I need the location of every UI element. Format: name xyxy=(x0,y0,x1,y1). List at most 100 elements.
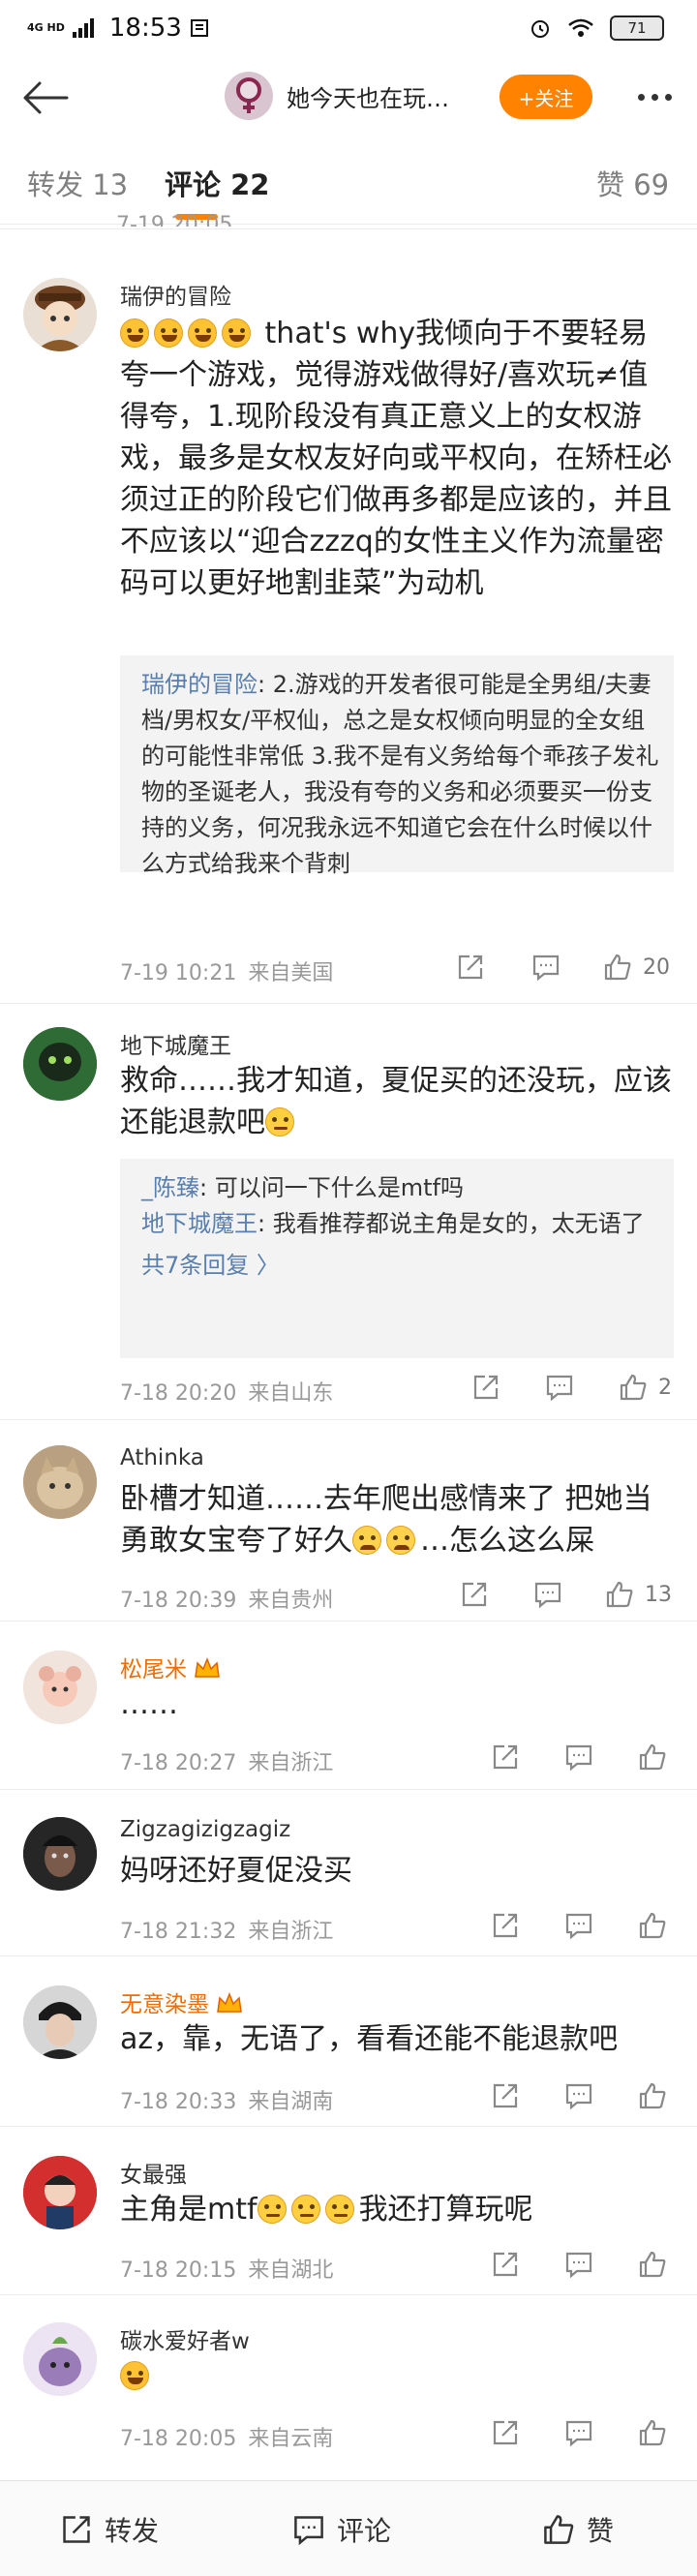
comment-time: 7-19 10:21 xyxy=(120,961,237,985)
reply-button[interactable] xyxy=(561,2247,596,2282)
reply-username[interactable]: 瑞伊的冒险 xyxy=(141,671,258,698)
like-button[interactable] xyxy=(600,950,635,985)
comment-meta: 7-18 20:15 来自湖北 xyxy=(120,2253,333,2284)
signal-icon xyxy=(72,18,94,38)
view-more-replies-link[interactable]: 共7条回复 〉 xyxy=(141,1248,660,1284)
comment-username[interactable]: Zigzagizigzagiz xyxy=(120,1817,290,1842)
nav-author[interactable]: 她今天也在玩… xyxy=(225,72,449,120)
comment-location: 来自美国 xyxy=(248,961,334,985)
reply-text: : 可以问一下什么是mtf吗 xyxy=(199,1174,464,1201)
female-symbol-icon xyxy=(236,77,261,113)
share-icon xyxy=(493,1744,518,1770)
reply-button[interactable] xyxy=(530,1577,565,1612)
repost-button[interactable] xyxy=(488,2078,523,2113)
author-avatar[interactable] xyxy=(225,72,273,120)
comment-time: 7-18 21:32 xyxy=(120,1920,237,1944)
thumbs-up-icon xyxy=(639,1743,666,1771)
avatar[interactable] xyxy=(23,2322,97,2396)
vip-crown-icon xyxy=(217,1991,242,2013)
comment-username[interactable]: 瑞伊的冒险 xyxy=(120,278,231,311)
tab-likes[interactable]: 赞 69 xyxy=(596,163,669,203)
avatar[interactable] xyxy=(23,2156,97,2229)
comment-username[interactable]: 无意染墨 xyxy=(120,1985,244,2018)
back-button[interactable] xyxy=(17,70,74,126)
bottom-comment-button[interactable]: 评论 xyxy=(292,2481,391,2576)
repost-button[interactable] xyxy=(488,2415,523,2450)
comment-item: 地下城魔王 救命……我才知道，夏促买的还没玩，应该还能退款吧 _陈臻: 可以问一… xyxy=(0,1003,697,1419)
comment-username[interactable]: 女最强 xyxy=(120,2156,187,2189)
repost-button[interactable] xyxy=(488,2247,523,2282)
like-button[interactable] xyxy=(635,2078,670,2113)
reply-button[interactable] xyxy=(561,2415,596,2450)
sweat-smile-emoji-icon xyxy=(290,2195,320,2224)
tab-comments[interactable]: 评论 22 xyxy=(165,163,269,203)
avatar[interactable] xyxy=(23,1985,97,2059)
like-button[interactable] xyxy=(602,1577,637,1612)
reply-button[interactable] xyxy=(561,2078,596,2113)
thumbs-up-icon xyxy=(606,1581,633,1608)
like-button[interactable] xyxy=(635,1740,670,1774)
reply-username[interactable]: 地下城魔王 xyxy=(141,1210,258,1237)
nav-title: 她今天也在玩… xyxy=(287,84,449,112)
tab-repost[interactable]: 转发 13 xyxy=(27,163,128,203)
wifi-icon xyxy=(568,18,593,37)
reply-text: : 2.游戏的开发者很可能是全男组/夫妻档/男权女/平权仙，总之是女权倾向明显的… xyxy=(141,671,659,877)
repost-button[interactable] xyxy=(453,950,488,985)
comment-location: 来自浙江 xyxy=(248,1751,334,1775)
reply-button[interactable] xyxy=(561,1740,596,1774)
notification-icon xyxy=(190,19,208,37)
like-button[interactable] xyxy=(616,1370,651,1405)
thumbs-up-icon xyxy=(604,954,631,981)
repost-button[interactable] xyxy=(457,1577,492,1612)
like-button[interactable] xyxy=(635,2247,670,2282)
reply-username[interactable]: _陈臻 xyxy=(141,1174,199,1201)
bottom-repost-button[interactable]: 转发 xyxy=(60,2481,159,2576)
comment-icon xyxy=(565,1913,592,1940)
avatar[interactable] xyxy=(23,1445,97,1519)
comment-username[interactable]: 碳水爱好者w xyxy=(120,2322,250,2355)
thumbs-up-icon xyxy=(639,2251,666,2278)
thumbs-up-icon xyxy=(639,2419,666,2446)
more-dot-icon xyxy=(651,93,658,101)
comment-meta: 7-19 10:21 来自美国 xyxy=(120,955,333,986)
repost-button[interactable] xyxy=(488,1908,523,1943)
more-button[interactable] xyxy=(625,76,683,118)
thumbs-up-icon xyxy=(620,1374,647,1401)
crying-emoji-icon xyxy=(386,1526,415,1555)
reply-box[interactable]: _陈臻: 可以问一下什么是mtf吗 地下城魔王: 我看推荐都说主角是女的，太无语… xyxy=(120,1159,674,1358)
comment-meta: 7-18 20:20 来自山东 xyxy=(120,1376,333,1407)
bottom-comment-label: 评论 xyxy=(337,2514,392,2547)
comment-time: 7-18 20:20 xyxy=(120,1381,237,1406)
grin-sweat-emoji-icon xyxy=(222,318,251,348)
comment-username[interactable]: 松尾米 xyxy=(120,1651,222,1683)
comment-icon xyxy=(294,2515,323,2545)
repost-button[interactable] xyxy=(488,1740,523,1774)
reply-button[interactable] xyxy=(561,1908,596,1943)
comment-text: 救命……我才知道，夏促买的还没玩，应该还能退款吧 xyxy=(120,1064,672,1139)
like-button[interactable] xyxy=(635,1908,670,1943)
reply-button[interactable] xyxy=(542,1370,577,1405)
share-icon xyxy=(462,1582,487,1607)
like-count: 2 xyxy=(658,1376,672,1400)
repost-button[interactable] xyxy=(469,1370,503,1405)
comment-location: 来自湖南 xyxy=(248,2090,334,2114)
partial-previous-meta: 7-19 20:05 xyxy=(116,213,233,227)
thumbs-up-icon xyxy=(639,2082,666,2109)
crying-emoji-icon xyxy=(352,1526,381,1555)
avatar[interactable] xyxy=(23,1651,97,1724)
like-button[interactable] xyxy=(635,2415,670,2450)
avatar[interactable] xyxy=(23,1817,97,1891)
comment-username[interactable]: 地下城魔王 xyxy=(120,1027,231,1060)
comment-item: 碳水爱好者w 7-18 20:05 来自云南 xyxy=(0,2294,697,2480)
comment-text: az，靠，无语了，看看还能不能退款吧 xyxy=(120,2022,619,2056)
comment-username[interactable]: Athinka xyxy=(120,1445,204,1470)
bottom-like-button[interactable]: 赞 xyxy=(542,2481,614,2576)
comment-location: 来自山东 xyxy=(248,1381,334,1406)
reply-box[interactable]: 瑞伊的冒险: 2.游戏的开发者很可能是全男组/夫妻档/男权女/平权仙，总之是女权… xyxy=(120,655,674,877)
grin-sweat-emoji-icon xyxy=(154,318,183,348)
comment-meta: 7-18 20:33 来自湖南 xyxy=(120,2084,333,2115)
reply-button[interactable] xyxy=(529,950,563,985)
avatar[interactable] xyxy=(23,1027,97,1101)
avatar[interactable] xyxy=(23,278,97,351)
follow-button[interactable]: +关注 xyxy=(500,75,592,119)
